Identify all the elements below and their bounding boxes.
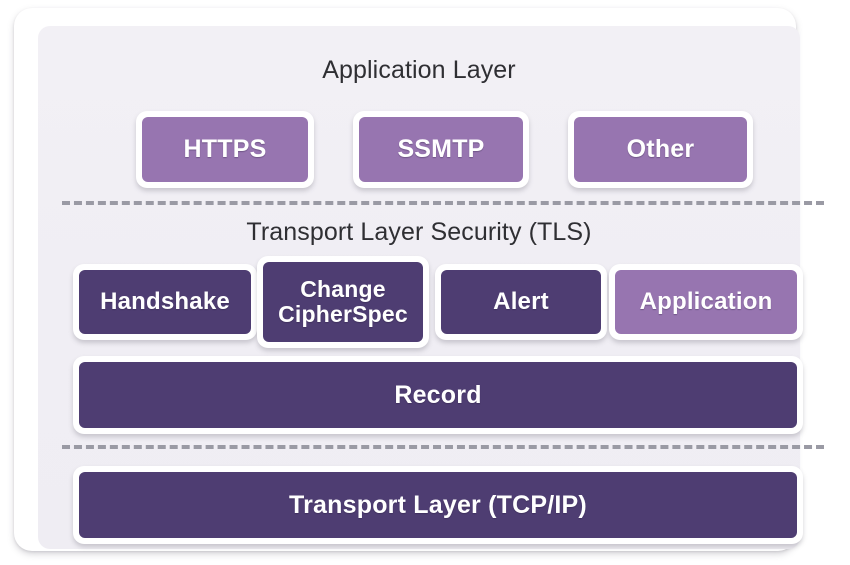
app-block-ssmtp-fill: SSMTP bbox=[359, 117, 523, 182]
tls-block-alert-label: Alert bbox=[493, 288, 549, 316]
app-block-https-fill: HTTPS bbox=[142, 117, 308, 182]
tls-layer-title: Transport Layer Security (TLS) bbox=[246, 218, 592, 246]
tls-block-change-cipher-spec-fill: Change CipherSpec bbox=[263, 262, 423, 342]
separator-tls-transport bbox=[62, 445, 824, 449]
tls-block-handshake-label: Handshake bbox=[100, 288, 230, 316]
app-block-https[interactable]: HTTPS bbox=[136, 111, 314, 188]
tls-stack-diagram: Application Layer HTTPS SSMTP Other Tran… bbox=[0, 0, 850, 565]
app-block-other-fill: Other bbox=[574, 117, 747, 182]
tls-block-application-fill: Application bbox=[615, 270, 797, 334]
app-block-https-label: HTTPS bbox=[183, 135, 267, 163]
tls-block-alert-fill: Alert bbox=[441, 270, 601, 334]
diagram-inner-panel: Application Layer HTTPS SSMTP Other Tran… bbox=[38, 26, 824, 549]
tls-block-change-cipher-spec-label: Change CipherSpec bbox=[278, 276, 408, 327]
application-layer-title: Application Layer bbox=[322, 56, 516, 84]
tls-block-alert[interactable]: Alert bbox=[435, 264, 607, 340]
tls-block-handshake[interactable]: Handshake bbox=[73, 264, 257, 340]
app-block-other[interactable]: Other bbox=[568, 111, 753, 188]
transport-layer-block[interactable]: Transport Layer (TCP/IP) bbox=[73, 466, 803, 544]
diagram-outer-frame: Application Layer HTTPS SSMTP Other Tran… bbox=[14, 8, 824, 551]
app-block-ssmtp[interactable]: SSMTP bbox=[353, 111, 529, 188]
app-block-other-label: Other bbox=[626, 135, 695, 163]
tls-block-record-fill: Record bbox=[79, 362, 797, 428]
tls-block-handshake-fill: Handshake bbox=[79, 270, 251, 334]
tls-block-record-label: Record bbox=[394, 380, 482, 409]
separator-app-tls bbox=[62, 201, 824, 205]
tls-block-change-cipher-spec[interactable]: Change CipherSpec bbox=[257, 256, 429, 348]
app-block-ssmtp-label: SSMTP bbox=[397, 135, 485, 163]
tls-block-record[interactable]: Record bbox=[73, 356, 803, 434]
transport-layer-block-fill: Transport Layer (TCP/IP) bbox=[79, 472, 797, 538]
tls-block-application-label: Application bbox=[639, 288, 773, 316]
tls-block-application[interactable]: Application bbox=[609, 264, 803, 340]
transport-layer-block-label: Transport Layer (TCP/IP) bbox=[289, 490, 587, 519]
